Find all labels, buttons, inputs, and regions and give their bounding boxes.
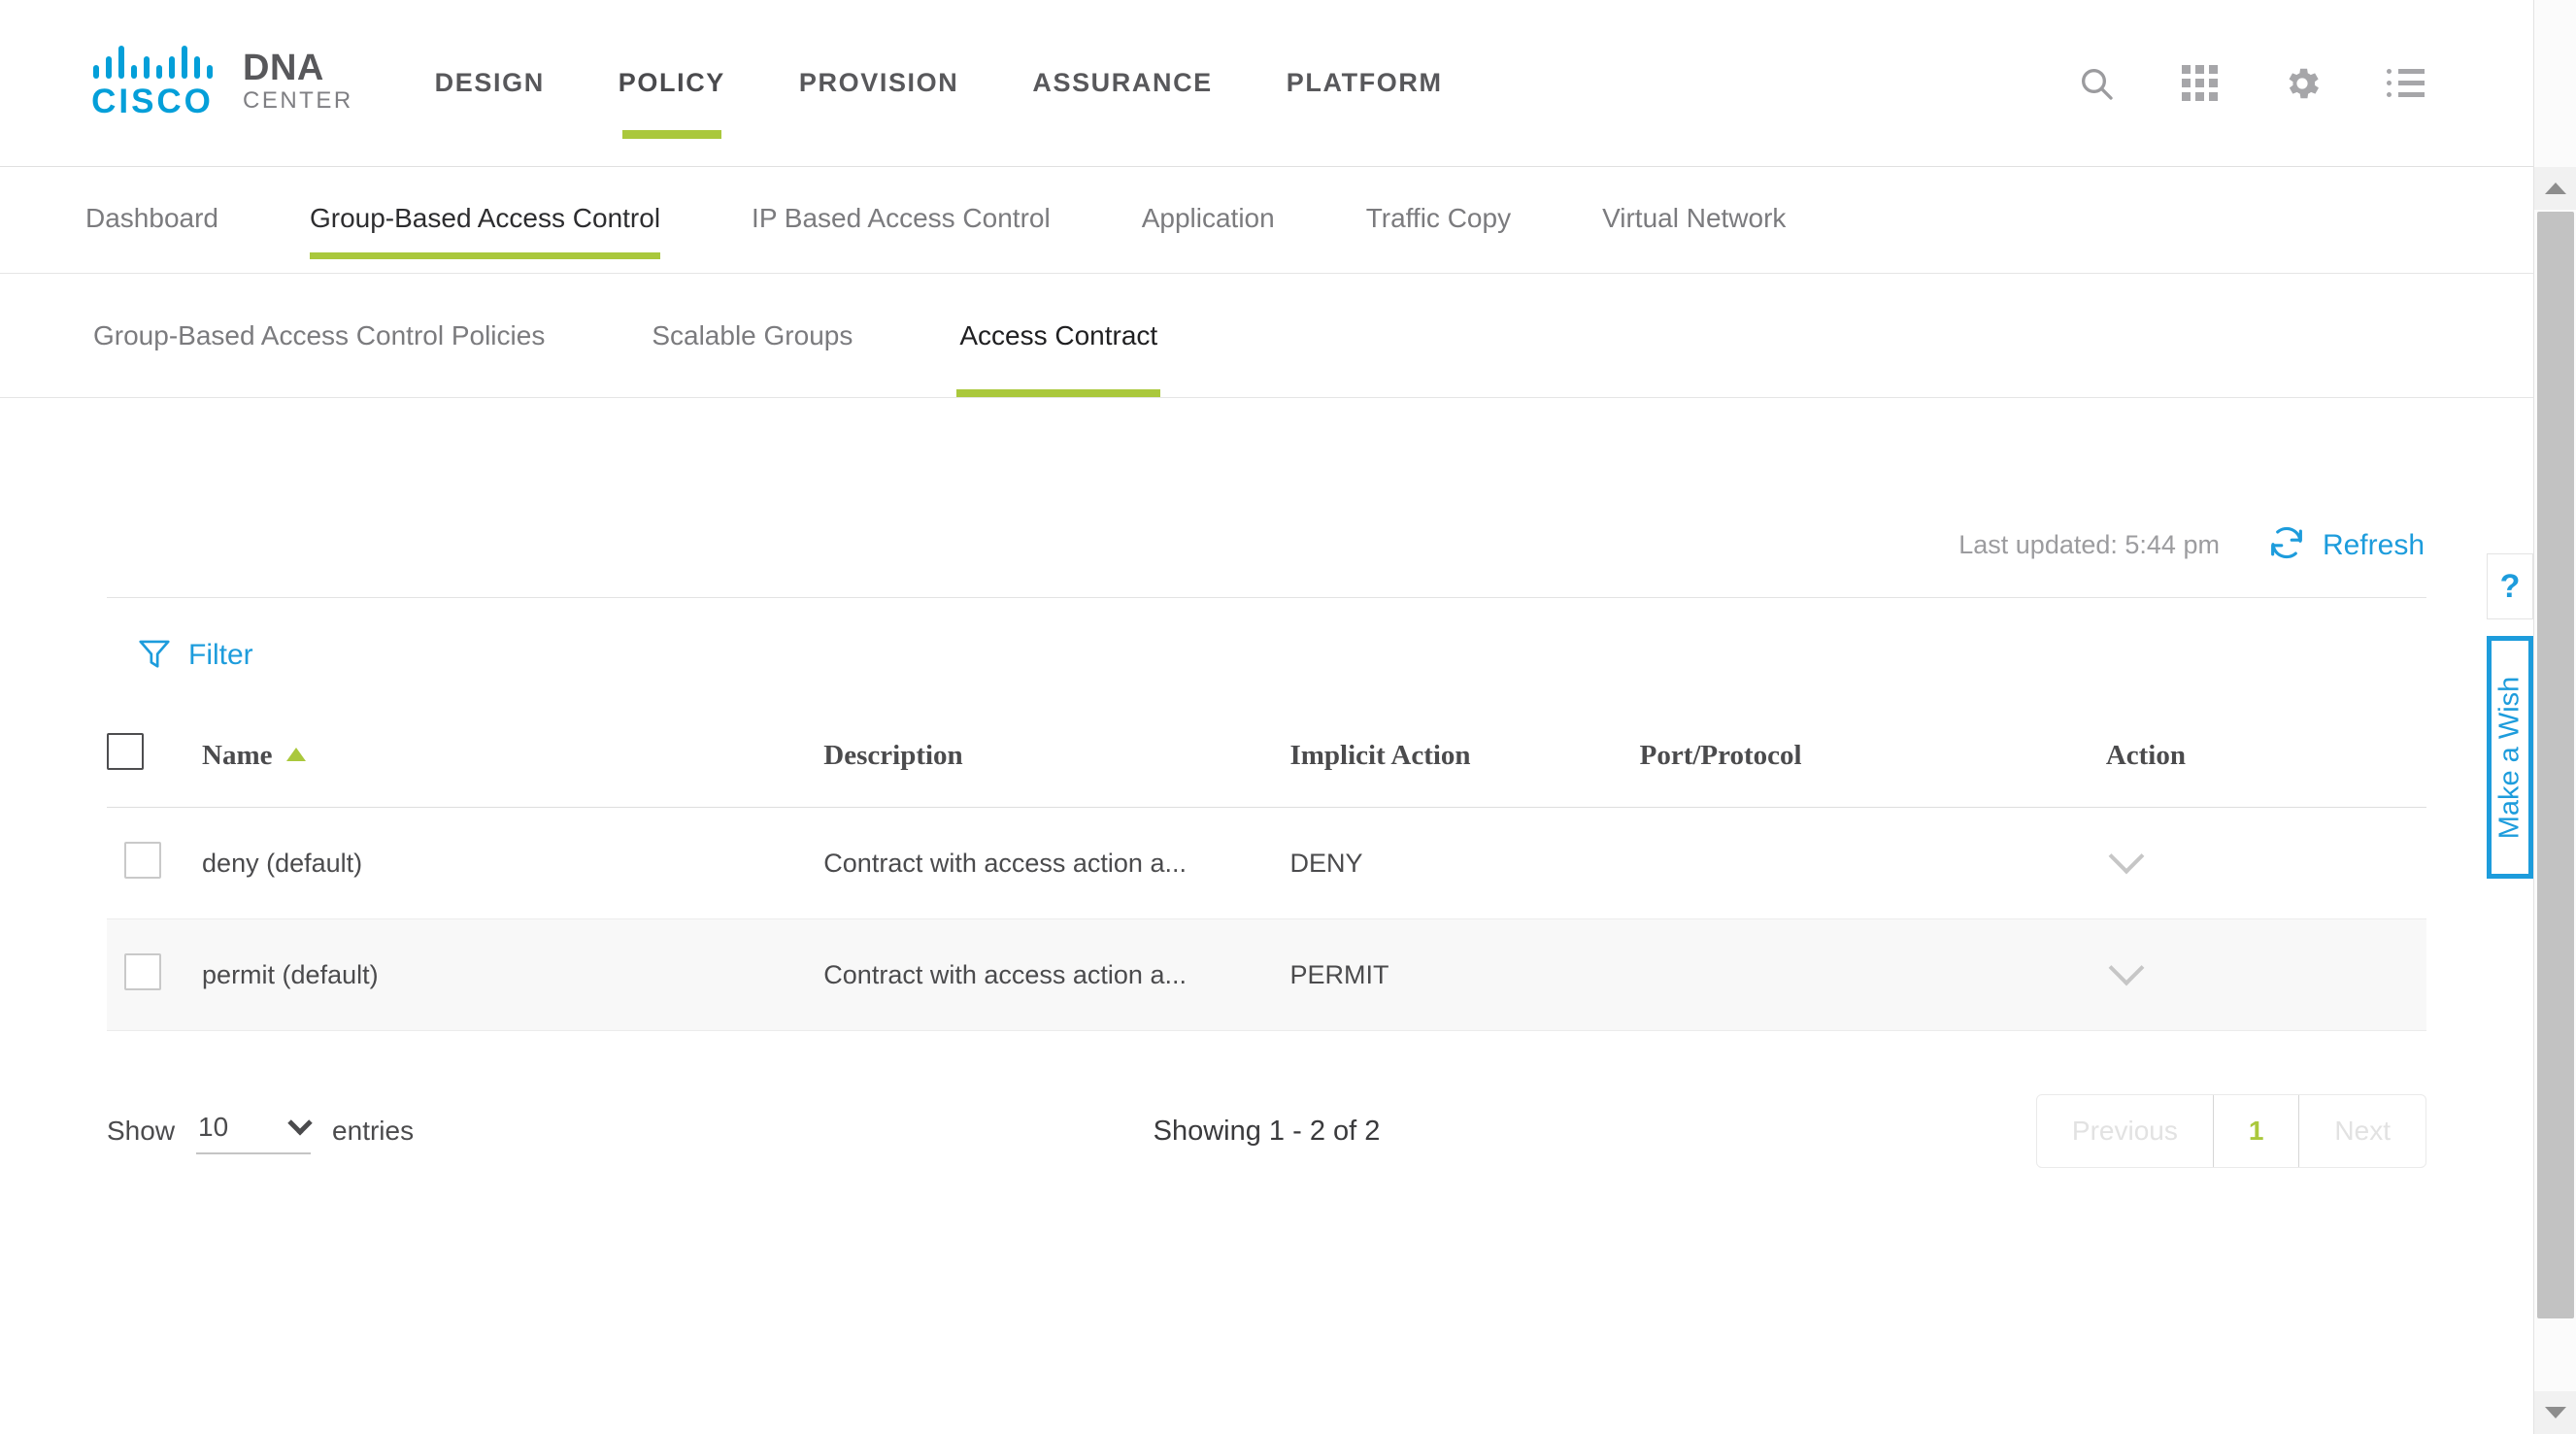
row-checkbox[interactable] — [124, 841, 161, 879]
secondary-navigation: Dashboard Group-Based Access Control IP … — [0, 167, 2533, 274]
row-checkbox[interactable] — [124, 952, 161, 990]
top-header-bar: CISCO DNA CENTER DESIGN POLICY PROVISION… — [0, 0, 2533, 167]
cell-port-protocol — [1639, 807, 2106, 919]
showing-range-text: Showing 1 - 2 of 2 — [1153, 1115, 1381, 1147]
tab-group-based-access-control-policies[interactable]: Group-Based Access Control Policies — [93, 274, 545, 397]
scrollbar-thumb[interactable] — [2537, 212, 2574, 1318]
list-menu-icon[interactable] — [2384, 62, 2426, 105]
refresh-circular-arrows-icon — [2266, 522, 2307, 568]
nav-item-assurance[interactable]: ASSURANCE — [1032, 0, 1212, 166]
nav-item-policy[interactable]: POLICY — [619, 0, 725, 166]
pagination-page-1[interactable]: 1 — [2212, 1095, 2300, 1167]
subnav-item-traffic-copy[interactable]: Traffic Copy — [1366, 167, 1511, 273]
cell-action — [2105, 807, 2426, 919]
row-select-cell — [107, 918, 203, 1031]
product-name: DNA CENTER — [243, 50, 353, 117]
column-header-port-protocol[interactable]: Port/Protocol — [1639, 733, 2106, 808]
table-header: Name Description Implicit Action Port/Pr… — [107, 733, 2426, 808]
arrow-up-icon — [2545, 183, 2566, 194]
app-window: CISCO DNA CENTER DESIGN POLICY PROVISION… — [0, 0, 2576, 1434]
vertical-scrollbar[interactable] — [2533, 0, 2576, 1434]
refresh-button[interactable]: Refresh — [2266, 522, 2425, 568]
table-row[interactable]: deny (default) Contract with access acti… — [107, 807, 2426, 919]
cell-description: Contract with access action a... — [823, 918, 1290, 1031]
access-contract-table: Name Description Implicit Action Port/Pr… — [107, 733, 2426, 1031]
cisco-bars-logo-icon — [84, 45, 221, 79]
access-contract-table-container: Name Description Implicit Action Port/Pr… — [107, 733, 2426, 1031]
main-content: Last updated: 5:44 pm Refresh Filter Nam… — [0, 398, 2533, 1434]
cell-implicit-action: DENY — [1289, 807, 1640, 919]
apps-grid-icon[interactable] — [2178, 62, 2221, 105]
tertiary-tab-navigation: Group-Based Access Control Policies Scal… — [0, 274, 2533, 398]
pagination-next-button[interactable]: Next — [2299, 1095, 2425, 1167]
brand-logo-area[interactable]: CISCO DNA CENTER — [84, 45, 353, 121]
select-all-header — [107, 733, 203, 808]
entries-per-page-select[interactable]: 10 — [196, 1108, 313, 1154]
column-header-implicit-action[interactable]: Implicit Action — [1289, 733, 1640, 808]
product-name-sub: CENTER — [243, 86, 353, 114]
column-header-name[interactable]: Name — [202, 733, 824, 808]
table-header-row: Name Description Implicit Action Port/Pr… — [107, 733, 2426, 808]
cell-name: deny (default) — [202, 807, 824, 919]
content-toolbar: Last updated: 5:44 pm Refresh — [1958, 522, 2425, 568]
nav-item-platform[interactable]: PLATFORM — [1287, 0, 1443, 166]
select-all-checkbox[interactable] — [107, 733, 144, 770]
filter-label: Filter — [188, 638, 253, 671]
column-header-description[interactable]: Description — [823, 733, 1290, 808]
nav-item-design[interactable]: DESIGN — [435, 0, 545, 166]
pagination-previous-button[interactable]: Previous — [2037, 1095, 2213, 1167]
main-navigation: DESIGN POLICY PROVISION ASSURANCE PLATFO… — [435, 0, 1517, 166]
tab-access-contract[interactable]: Access Contract — [956, 274, 1161, 397]
chevron-down-icon — [287, 1111, 313, 1136]
tab-scalable-groups[interactable]: Scalable Groups — [652, 274, 853, 397]
subnav-item-ip-based-access-control[interactable]: IP Based Access Control — [752, 167, 1051, 273]
make-a-wish-label: Make a Wish — [2493, 676, 2526, 839]
scroll-down-button[interactable] — [2534, 1391, 2576, 1434]
cell-name: permit (default) — [202, 918, 824, 1031]
make-a-wish-tab[interactable]: Make a Wish — [2487, 636, 2533, 879]
gear-icon[interactable] — [2281, 62, 2324, 105]
scroll-up-button[interactable] — [2534, 167, 2576, 210]
subnav-item-dashboard[interactable]: Dashboard — [85, 167, 218, 273]
table-body: deny (default) Contract with access acti… — [107, 807, 2426, 1031]
toolbar-divider — [107, 597, 2426, 598]
table-footer: Show 10 entries Showing 1 - 2 of 2 Previ… — [107, 1078, 2426, 1184]
subnav-item-application[interactable]: Application — [1142, 167, 1275, 273]
last-updated-text: Last updated: 5:44 pm — [1958, 530, 2220, 559]
cell-description: Contract with access action a... — [823, 807, 1290, 919]
chevron-down-icon[interactable] — [2108, 838, 2145, 875]
refresh-label: Refresh — [2322, 528, 2425, 561]
cell-action — [2105, 918, 2426, 1031]
cell-implicit-action: PERMIT — [1289, 918, 1640, 1031]
cisco-wordmark: CISCO — [91, 82, 214, 120]
cell-port-protocol — [1639, 918, 2106, 1031]
product-name-main: DNA — [243, 47, 324, 88]
arrow-down-icon — [2545, 1407, 2566, 1418]
entries-per-page-control: Show 10 entries — [107, 1108, 414, 1154]
cisco-logo: CISCO — [84, 45, 221, 121]
show-label: Show — [107, 1116, 176, 1146]
search-icon[interactable] — [2075, 62, 2118, 105]
entries-label: entries — [332, 1116, 415, 1146]
column-header-action[interactable]: Action — [2105, 733, 2426, 808]
nav-item-provision[interactable]: PROVISION — [799, 0, 958, 166]
column-header-name-label: Name — [202, 739, 273, 771]
sort-ascending-caret-icon[interactable] — [285, 747, 306, 761]
subnav-item-virtual-network[interactable]: Virtual Network — [1602, 167, 1786, 273]
chevron-down-icon[interactable] — [2108, 950, 2145, 986]
filter-button[interactable]: Filter — [136, 634, 253, 676]
pagination: Previous 1 Next — [2035, 1094, 2426, 1168]
subnav-item-group-based-access-control[interactable]: Group-Based Access Control — [309, 167, 661, 273]
header-icon-group — [2075, 62, 2426, 105]
help-button[interactable]: ? — [2487, 553, 2533, 619]
row-select-cell — [107, 807, 203, 919]
table-row[interactable]: permit (default) Contract with access ac… — [107, 918, 2426, 1031]
entries-per-page-value: 10 — [198, 1112, 229, 1142]
funnel-icon — [136, 634, 173, 676]
